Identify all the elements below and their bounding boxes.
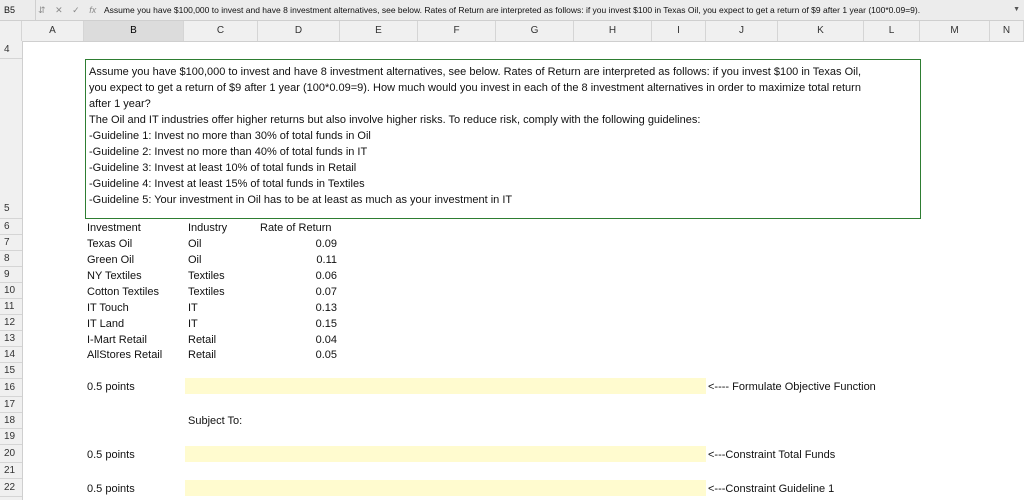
industry-name[interactable]: IT — [188, 300, 198, 316]
points-label: 0.5 points — [87, 483, 135, 495]
row-header-8[interactable]: 8 — [0, 251, 22, 267]
column-header-g[interactable]: G — [496, 21, 574, 41]
row-header-17[interactable]: 17 — [0, 397, 22, 413]
column-header-j[interactable]: J — [706, 21, 778, 41]
select-all-corner[interactable] — [0, 21, 22, 41]
column-header-h[interactable]: H — [574, 21, 652, 41]
rate-value[interactable]: 0.09 — [277, 236, 337, 252]
column-header-e[interactable]: E — [340, 21, 418, 41]
row-header-20[interactable]: 20 — [0, 445, 22, 463]
points-label: 0.5 points — [87, 381, 135, 393]
guideline-line: -Guideline 3: Invest at least 10% of tot… — [89, 162, 357, 174]
formula-bar: B5 ⇵ ✕ ✓ fx Assume you have $100,000 to … — [0, 0, 1024, 21]
column-header-c[interactable]: C — [184, 21, 258, 41]
industry-name[interactable]: Retail — [188, 332, 216, 348]
subject-to-label: Subject To: — [188, 415, 243, 427]
column-headers: A B C D E F G H I J K L M N — [0, 21, 1024, 42]
chevron-down-icon[interactable]: ▼ — [1013, 0, 1020, 20]
formula-input[interactable]: Assume you have $100,000 to invest and h… — [104, 0, 1010, 20]
row-header-9[interactable]: 9 — [0, 267, 22, 283]
name-box[interactable]: B5 — [0, 0, 36, 20]
constraint-total-funds-input[interactable] — [185, 446, 706, 462]
problem-line: you expect to get a return of $9 after 1… — [89, 82, 861, 94]
column-header-m[interactable]: M — [920, 21, 990, 41]
check-icon[interactable]: ✓ — [72, 0, 80, 20]
header-investment[interactable]: Investment — [87, 220, 141, 236]
row-header-15[interactable]: 15 — [0, 363, 22, 379]
objective-function-input[interactable] — [185, 378, 706, 394]
row-header-6[interactable]: 6 — [0, 219, 22, 235]
fx-icon[interactable]: fx — [89, 0, 96, 20]
row-header-19[interactable]: 19 — [0, 429, 22, 445]
guideline-line: -Guideline 5: Your investment in Oil has… — [89, 194, 513, 206]
constraint-guideline-1-input[interactable] — [185, 480, 706, 496]
rate-value[interactable]: 0.13 — [277, 300, 337, 316]
cancel-icon[interactable]: ✕ — [55, 0, 63, 20]
investment-name[interactable]: IT Touch — [87, 300, 129, 316]
guideline-line: -Guideline 2: Invest no more than 40% of… — [89, 146, 368, 158]
industry-name[interactable]: Retail — [188, 347, 216, 363]
industry-name[interactable]: Oil — [188, 252, 201, 268]
industry-name[interactable]: Textiles — [188, 268, 225, 284]
points-label: 0.5 points — [87, 449, 135, 461]
column-header-a[interactable]: A — [22, 21, 84, 41]
rate-value[interactable]: 0.11 — [277, 252, 337, 268]
guideline-line: -Guideline 1: Invest no more than 30% of… — [89, 130, 371, 142]
industry-name[interactable]: Textiles — [188, 284, 225, 300]
column-header-f[interactable]: F — [418, 21, 496, 41]
constraint-g1-note: <---Constraint Guideline 1 — [708, 483, 835, 495]
row-headers: 4 5 6 7 8 9 10 11 12 13 14 15 16 17 18 1… — [0, 41, 23, 500]
investment-name[interactable]: Texas Oil — [87, 236, 132, 252]
column-header-i[interactable]: I — [652, 21, 706, 41]
problem-line: The Oil and IT industries offer higher r… — [89, 114, 701, 126]
investment-name[interactable]: AllStores Retail — [87, 347, 162, 363]
row-header-12[interactable]: 12 — [0, 315, 22, 331]
investment-name[interactable]: Cotton Textiles — [87, 284, 159, 300]
row-header-18[interactable]: 18 — [0, 413, 22, 429]
column-header-l[interactable]: L — [864, 21, 920, 41]
guideline-line: -Guideline 4: Invest at least 15% of tot… — [89, 178, 365, 190]
rate-value[interactable]: 0.04 — [277, 332, 337, 348]
row-header-22[interactable]: 22 — [0, 479, 22, 497]
rate-value[interactable]: 0.15 — [277, 316, 337, 332]
row-header-10[interactable]: 10 — [0, 283, 22, 299]
row-header-14[interactable]: 14 — [0, 347, 22, 363]
header-industry[interactable]: Industry — [188, 220, 227, 236]
investment-name[interactable]: I-Mart Retail — [87, 332, 147, 348]
row-header-5[interactable]: 5 — [0, 59, 22, 219]
row-header-21[interactable]: 21 — [0, 463, 22, 479]
row-header-7[interactable]: 7 — [0, 235, 22, 251]
constraint-total-note: <---Constraint Total Funds — [708, 449, 836, 461]
row-header-4[interactable]: 4 — [0, 41, 22, 59]
investment-name[interactable]: IT Land — [87, 316, 124, 332]
row-header-13[interactable]: 13 — [0, 331, 22, 347]
column-header-d[interactable]: D — [258, 21, 340, 41]
industry-name[interactable]: Oil — [188, 236, 201, 252]
rate-value[interactable]: 0.06 — [277, 268, 337, 284]
rate-value[interactable]: 0.07 — [277, 284, 337, 300]
investment-name[interactable]: Green Oil — [87, 252, 134, 268]
problem-line: Assume you have $100,000 to invest and h… — [89, 66, 862, 78]
problem-line: after 1 year? — [89, 98, 151, 110]
industry-name[interactable]: IT — [188, 316, 198, 332]
objective-note: <---- Formulate Objective Function — [708, 381, 876, 393]
header-rate-of-return[interactable]: Rate of Return — [260, 220, 332, 236]
column-header-b[interactable]: B — [84, 21, 184, 41]
column-header-n[interactable]: N — [990, 21, 1024, 41]
stepper-icon[interactable]: ⇵ — [38, 0, 46, 20]
row-header-11[interactable]: 11 — [0, 299, 22, 315]
rate-value[interactable]: 0.05 — [277, 347, 337, 363]
investment-name[interactable]: NY Textiles — [87, 268, 142, 284]
column-header-k[interactable]: K — [778, 21, 864, 41]
problem-statement-cell[interactable]: Assume you have $100,000 to invest and h… — [85, 59, 921, 219]
row-header-16[interactable]: 16 — [0, 379, 22, 397]
